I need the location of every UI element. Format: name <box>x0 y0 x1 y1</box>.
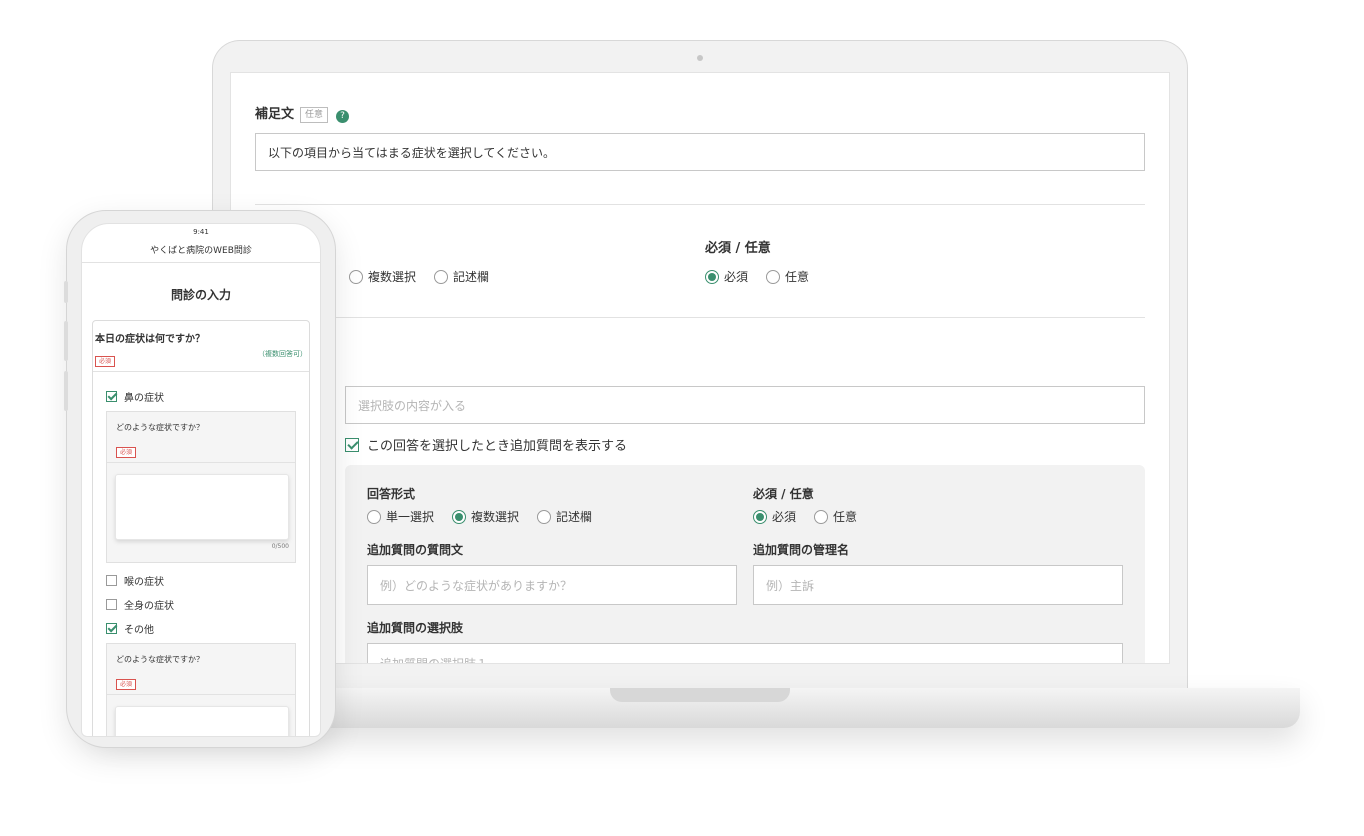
required-tag-wrap: 必須 <box>95 348 116 367</box>
section-title: 問診の入力 <box>170 288 231 302</box>
followup-subquestion: どのような症状ですか？ 必須 0/500 <box>106 411 296 563</box>
option-label: 喉の症状 <box>124 577 164 588</box>
supplement-input[interactable]: 以下の項目から当てはまる症状を選択してください。 <box>255 133 1145 171</box>
followup-required-tag: 必須 <box>116 447 137 458</box>
followup-choice-input[interactable]: 追加質問の選択肢１ <box>367 643 1123 663</box>
option-label: 全身の症状 <box>124 601 174 612</box>
followup-required-label: 必須 / 任意 <box>753 487 814 501</box>
divider <box>255 204 1145 205</box>
followup-question-text: どのような症状ですか？ <box>116 423 204 432</box>
question-text: 本日の症状は何ですか？ <box>95 334 205 345</box>
followup-subquestion: どのような症状ですか？ 必須 <box>106 643 296 736</box>
radio-label: 必須 <box>724 270 749 284</box>
help-icon[interactable]: ? <box>336 110 350 123</box>
followup-required-group: 必須 任意 <box>753 508 875 525</box>
radio-free-text[interactable]: 記述欄 <box>537 508 592 525</box>
option-label: その他 <box>124 625 154 636</box>
sub-divider <box>107 694 295 695</box>
followup-textarea[interactable] <box>115 706 289 736</box>
followup-required-tag: 必須 <box>116 679 137 690</box>
followup-answer-type-label: 回答形式 <box>367 487 416 501</box>
option-whole-body[interactable]: 全身の症状 <box>106 597 174 612</box>
radio-circle[interactable] <box>452 509 467 524</box>
question-card: 本日の症状は何ですか？ 必須 （複数回答可） 鼻の症状 どのような症状ですか？ … <box>92 320 310 736</box>
radio-circle[interactable] <box>434 269 449 284</box>
radio-label: 必須 <box>772 510 797 524</box>
radio-label: 記述欄 <box>453 270 490 284</box>
radio-multi-select[interactable]: 複数選択 <box>349 268 416 285</box>
radio-multi-select[interactable]: 複数選択 <box>452 508 519 525</box>
followup-question-text-input[interactable]: 例）どのような症状がありますか？ <box>367 565 737 605</box>
followup-textarea[interactable] <box>115 474 289 540</box>
radio-free-text[interactable]: 記述欄 <box>434 268 489 285</box>
option-label: 鼻の症状 <box>124 393 164 404</box>
desktop-form-screen: 補足文 任意? 以下の項目から当てはまる症状を選択してください。 複数選択 記述欄… <box>230 72 1170 664</box>
radio-circle[interactable] <box>766 269 781 284</box>
phone-side-button <box>64 321 68 361</box>
radio-circle[interactable] <box>349 269 363 284</box>
mobile-screen: 9:41 やくばと病院のWEB問診 問診の入力 本日の症状は何ですか？ 必須 （… <box>81 223 321 737</box>
option-throat[interactable]: 喉の症状 <box>106 573 164 588</box>
supplement-label: 補足文 <box>255 107 295 122</box>
required-label: 必須 / 任意 <box>705 241 771 256</box>
followup-required-wrap: 必須 <box>116 439 137 458</box>
sub-divider <box>107 462 295 463</box>
radio-label: 任意 <box>833 510 858 524</box>
followup-required-wrap: 必須 <box>116 671 137 690</box>
followup-panel: 回答形式 単一選択 複数選択 記述欄 必須 / 任意 必須 任意 追加質問の質問… <box>345 465 1145 663</box>
radio-label: 任意 <box>785 270 810 284</box>
option-checkbox[interactable] <box>106 599 117 610</box>
status-time: 9:41 <box>193 228 209 236</box>
card-divider <box>93 371 309 372</box>
option-checkbox[interactable] <box>106 623 117 634</box>
header-divider <box>82 262 320 263</box>
answer-type-radio-group: 複数選択 記述欄 <box>349 268 507 285</box>
radio-required[interactable]: 必須 <box>705 268 748 285</box>
followup-question-text: どのような症状ですか？ <box>116 655 204 664</box>
followup-admin-name-label: 追加質問の管理名 <box>753 543 850 557</box>
divider <box>255 317 1145 318</box>
show-followup-checkbox[interactable] <box>345 437 359 452</box>
phone-side-button <box>64 371 68 411</box>
followup-choices-label: 追加質問の選択肢 <box>367 621 464 635</box>
phone-side-button <box>64 281 68 303</box>
radio-circle[interactable] <box>537 509 552 524</box>
required-tag: 必須 <box>95 356 116 367</box>
supplement-label-row: 補足文 任意? <box>255 103 350 123</box>
char-counter: 0/500 <box>271 543 289 550</box>
radio-single-select[interactable]: 単一選択 <box>367 508 434 525</box>
radio-circle[interactable] <box>753 509 767 524</box>
radio-required[interactable]: 必須 <box>753 508 796 525</box>
radio-label: 単一選択 <box>386 510 435 524</box>
show-followup-checkbox-row[interactable]: この回答を選択したとき追加質問を表示する <box>345 435 627 454</box>
radio-label: 複数選択 <box>368 270 417 284</box>
option-other[interactable]: その他 <box>106 621 154 636</box>
followup-answer-type-group: 単一選択 複数選択 記述欄 <box>367 508 610 525</box>
optional-tag: 任意 <box>300 107 329 123</box>
radio-circle[interactable] <box>367 509 381 524</box>
show-followup-label: この回答を選択したとき追加質問を表示する <box>367 439 628 454</box>
laptop-notch <box>610 688 790 702</box>
radio-circle[interactable] <box>814 509 829 524</box>
required-radio-group: 必須 任意 <box>705 268 827 285</box>
followup-admin-name-input[interactable]: 例）主訴 <box>753 565 1123 605</box>
radio-label: 記述欄 <box>556 510 593 524</box>
option-checkbox[interactable] <box>106 575 117 586</box>
camera-dot <box>697 55 703 61</box>
radio-label: 複数選択 <box>471 510 520 524</box>
radio-optional[interactable]: 任意 <box>814 508 857 525</box>
phone-frame: 9:41 やくばと病院のWEB問診 問診の入力 本日の症状は何ですか？ 必須 （… <box>64 210 336 748</box>
radio-optional[interactable]: 任意 <box>766 268 809 285</box>
option-checkbox[interactable] <box>106 391 117 402</box>
choice-content-input[interactable]: 選択肢の内容が入る <box>345 386 1145 424</box>
option-nose[interactable]: 鼻の症状 <box>106 389 164 404</box>
app-title: やくばと病院のWEB問診 <box>150 246 252 256</box>
radio-circle[interactable] <box>705 269 719 284</box>
followup-question-text-label: 追加質問の質問文 <box>367 543 464 557</box>
multi-answer-note: （複数回答可） <box>258 350 307 358</box>
